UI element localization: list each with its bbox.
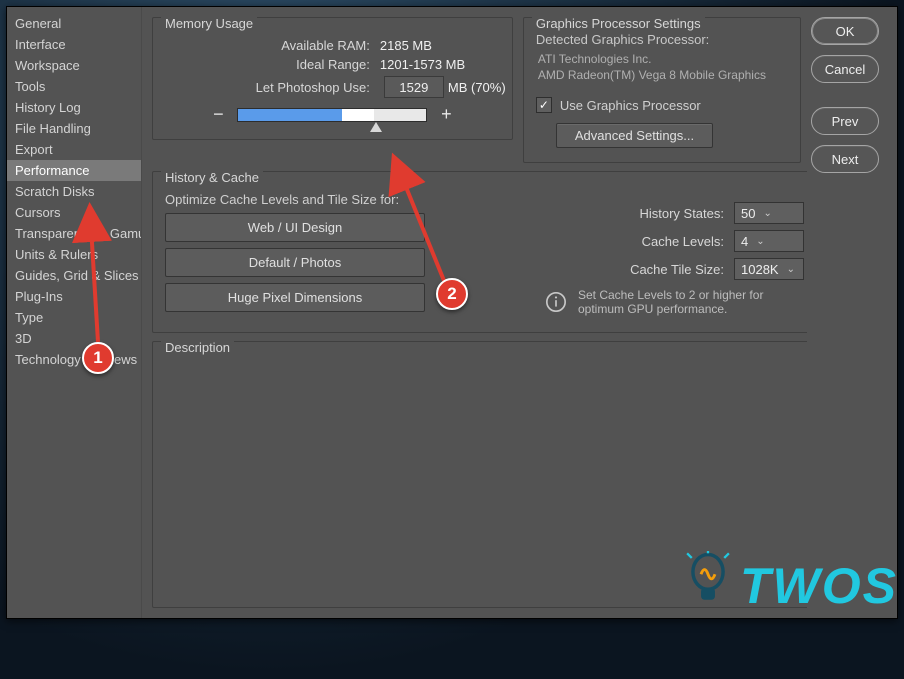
sidebar-item-label: Units & Rulers: [15, 247, 98, 262]
sidebar-item-label: Cursors: [15, 205, 61, 220]
main-content: Memory Usage Available RAM: 2185 MB Idea…: [142, 7, 807, 618]
memory-slider-minus[interactable]: −: [209, 104, 227, 125]
sidebar-categories: General Interface Workspace Tools Histor…: [7, 7, 142, 618]
history-states-label: History States:: [639, 206, 724, 221]
sidebar-item-transparency-gamut[interactable]: Transparency & Gamut: [7, 223, 141, 244]
memory-slider[interactable]: [237, 108, 427, 122]
sidebar-item-performance[interactable]: Performance: [7, 160, 141, 181]
sidebar-item-label: General: [15, 16, 61, 31]
group-title: History & Cache: [161, 170, 263, 185]
annotation-callout-1: 1: [82, 342, 114, 374]
cache-levels-value: 4: [741, 234, 748, 249]
sidebar-item-label: Interface: [15, 37, 66, 52]
sidebar-item-scratch-disks[interactable]: Scratch Disks: [7, 181, 141, 202]
ok-button[interactable]: OK: [811, 17, 879, 45]
cache-tile-size-value: 1028K: [741, 262, 779, 277]
lightbulb-icon: [684, 551, 732, 621]
sidebar-item-export[interactable]: Export: [7, 139, 141, 160]
sidebar-item-label: Plug-Ins: [15, 289, 63, 304]
history-states-dropdown[interactable]: 50 ⌄: [734, 202, 804, 224]
memory-slider-plus[interactable]: +: [437, 104, 455, 125]
memory-slider-fill: [238, 109, 341, 121]
memory-slider-thumb[interactable]: [370, 122, 382, 132]
sidebar-item-label: Tools: [15, 79, 45, 94]
watermark-logo: TWOS: [684, 551, 898, 621]
group-memory-usage: Memory Usage Available RAM: 2185 MB Idea…: [152, 17, 513, 140]
sidebar-item-workspace[interactable]: Workspace: [7, 55, 141, 76]
sidebar-item-label: Performance: [15, 163, 89, 178]
available-ram-value: 2185 MB: [380, 38, 500, 53]
detected-gpu-label: Detected Graphics Processor:: [536, 32, 788, 47]
dialog-action-buttons: OK Cancel Prev Next: [811, 7, 891, 618]
sidebar-item-label: Technology Previews: [15, 352, 137, 367]
sidebar-item-interface[interactable]: Interface: [7, 34, 141, 55]
cache-levels-dropdown[interactable]: 4 ⌄: [734, 230, 804, 252]
history-states-value: 50: [741, 206, 755, 221]
sidebar-item-3d[interactable]: 3D: [7, 328, 141, 349]
optimize-default-photos-button[interactable]: Default / Photos: [165, 248, 425, 277]
chevron-down-icon: ⌄: [756, 236, 764, 247]
sidebar-item-type[interactable]: Type: [7, 307, 141, 328]
sidebar-item-plug-ins[interactable]: Plug-Ins: [7, 286, 141, 307]
cache-tile-size-label: Cache Tile Size:: [630, 262, 724, 277]
checkbox-icon[interactable]: ✓: [536, 97, 552, 113]
sidebar-item-guides-grid-slices[interactable]: Guides, Grid & Slices: [7, 265, 141, 286]
detected-gpu-line1: ATI Technologies Inc.: [538, 51, 786, 67]
cache-tile-size-dropdown[interactable]: 1028K ⌄: [734, 258, 804, 280]
annotation-callout-2: 2: [436, 278, 468, 310]
prev-button[interactable]: Prev: [811, 107, 879, 135]
chevron-down-icon: ⌄: [787, 264, 795, 275]
optimize-web-ui-button[interactable]: Web / UI Design: [165, 213, 425, 242]
sidebar-item-label: History Log: [15, 100, 81, 115]
chevron-down-icon: ⌄: [763, 208, 771, 219]
advanced-settings-button[interactable]: Advanced Settings...: [556, 123, 713, 148]
ideal-range-label: Ideal Range:: [165, 57, 370, 72]
group-title: Memory Usage: [161, 16, 257, 31]
cache-note-text: Set Cache Levels to 2 or higher for opti…: [578, 288, 804, 316]
sidebar-item-label: Export: [15, 142, 53, 157]
sidebar-item-cursors[interactable]: Cursors: [7, 202, 141, 223]
sidebar-item-label: Type: [15, 310, 43, 325]
sidebar-item-label: Scratch Disks: [15, 184, 94, 199]
cancel-button[interactable]: Cancel: [811, 55, 879, 83]
optimize-huge-pixel-button[interactable]: Huge Pixel Dimensions: [165, 283, 425, 312]
sidebar-item-history-log[interactable]: History Log: [7, 97, 141, 118]
group-title: Description: [161, 340, 234, 355]
info-icon: [544, 290, 568, 314]
let-photoshop-use-input[interactable]: [384, 76, 444, 98]
sidebar-item-label: Transparency & Gamut: [15, 226, 141, 241]
watermark-text: TWOS: [740, 557, 898, 615]
detected-gpu-line2: AMD Radeon(TM) Vega 8 Mobile Graphics: [538, 67, 786, 83]
annotation-number: 2: [447, 284, 456, 304]
sidebar-item-label: Workspace: [15, 58, 80, 73]
sidebar-item-tools[interactable]: Tools: [7, 76, 141, 97]
group-graphics-processor: Graphics Processor Settings Detected Gra…: [523, 17, 801, 163]
sidebar-item-units-rulers[interactable]: Units & Rulers: [7, 244, 141, 265]
sidebar-item-label: Guides, Grid & Slices: [15, 268, 139, 283]
dialog-preferences: General Interface Workspace Tools Histor…: [6, 6, 898, 619]
use-gpu-label: Use Graphics Processor: [560, 98, 701, 113]
annotation-number: 1: [93, 348, 102, 368]
use-gpu-checkbox-row[interactable]: ✓ Use Graphics Processor: [536, 97, 788, 113]
cache-levels-label: Cache Levels:: [642, 234, 724, 249]
sidebar-item-label: 3D: [15, 331, 32, 346]
memory-slider-ideal-range: [342, 109, 374, 121]
ideal-range-value: 1201-1573 MB: [380, 57, 500, 72]
optimize-label: Optimize Cache Levels and Tile Size for:: [165, 192, 435, 207]
sidebar-item-file-handling[interactable]: File Handling: [7, 118, 141, 139]
group-history-cache: History & Cache Optimize Cache Levels an…: [152, 171, 807, 333]
let-photoshop-use-label: Let Photoshop Use:: [165, 80, 370, 95]
sidebar-item-label: File Handling: [15, 121, 91, 136]
let-photoshop-use-suffix: MB (70%): [448, 80, 506, 95]
next-button[interactable]: Next: [811, 145, 879, 173]
available-ram-label: Available RAM:: [165, 38, 370, 53]
sidebar-item-general[interactable]: General: [7, 13, 141, 34]
sidebar-item-technology-previews[interactable]: Technology Previews: [7, 349, 141, 370]
group-title: Graphics Processor Settings: [532, 16, 705, 31]
